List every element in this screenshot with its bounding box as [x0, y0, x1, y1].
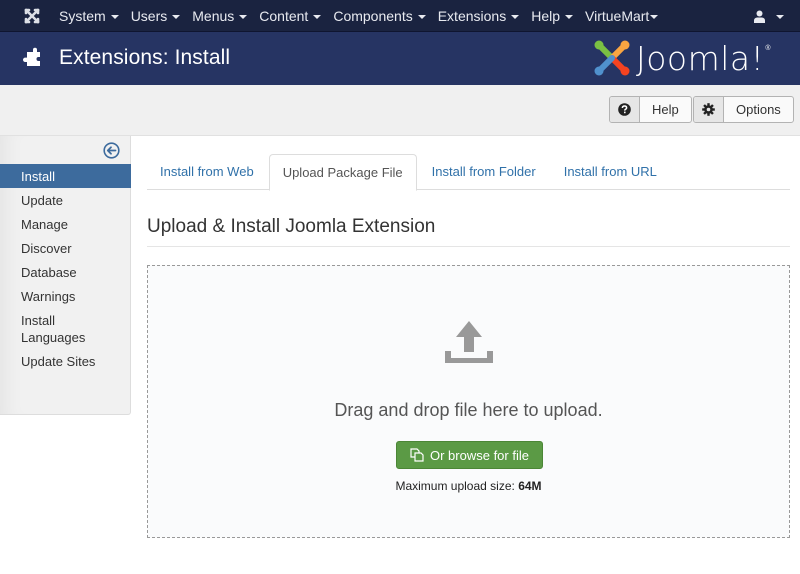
menu-extensions-label: Extensions	[437, 8, 507, 24]
top-navbar: System Users Menus Content Components Ex…	[0, 0, 800, 32]
tab-install-from-folder[interactable]: Install from Folder	[419, 154, 549, 190]
sidebar-item-warnings[interactable]: Warnings	[0, 284, 131, 308]
sidebar-item-database[interactable]: Database	[0, 260, 131, 284]
toolbar: Help Options	[0, 85, 800, 136]
caret-down-icon	[511, 15, 520, 19]
help-label: Help	[652, 102, 679, 117]
install-tabs: Install from Web Upload Package File Ins…	[147, 154, 790, 191]
upload-icon	[445, 321, 493, 363]
menu-components-label: Components	[333, 8, 413, 24]
copy-files-icon	[410, 448, 424, 462]
sidebar-item-update-sites[interactable]: Update Sites	[0, 349, 131, 373]
joomla-brand-icon	[594, 40, 630, 76]
joomla-wordmark: Joomla!	[636, 38, 765, 78]
joomla-logo-icon[interactable]	[22, 6, 42, 26]
sidebar-menu: Install Update Manage Discover Database …	[0, 164, 131, 373]
menu-virtuemart[interactable]: VirtueMart	[585, 8, 659, 24]
sidebar-item-install-languages[interactable]: Install Languages	[0, 308, 110, 349]
options-button[interactable]: Options	[693, 96, 794, 123]
caret-down-icon	[313, 15, 322, 19]
page-title: Extensions: Install	[59, 46, 231, 69]
menu-extensions[interactable]: Extensions	[437, 8, 520, 24]
sidebar-item-discover[interactable]: Discover	[0, 236, 131, 260]
menu-help[interactable]: Help	[531, 8, 573, 24]
upload-dropzone[interactable]: Drag and drop file here to upload. Or br…	[147, 265, 790, 538]
menu-virtuemart-label: VirtueMart	[585, 8, 650, 24]
options-icon-wrap	[694, 97, 724, 122]
caret-down-icon	[565, 15, 573, 19]
menu-system[interactable]: System	[59, 8, 119, 24]
menu-help-label: Help	[531, 8, 560, 24]
sidebar-item-update[interactable]: Update	[0, 188, 131, 212]
max-upload-size: Maximum upload size: 64M	[148, 479, 789, 493]
sidebar: Install Update Manage Discover Database …	[0, 136, 131, 415]
tab-upload-package-file[interactable]: Upload Package File	[268, 154, 417, 191]
caret-down-icon	[239, 15, 248, 19]
arrow-left-circle-icon[interactable]	[103, 142, 120, 159]
puzzle-icon	[22, 47, 40, 66]
user-icon	[754, 10, 765, 23]
section-title: Upload & Install Joomla Extension	[147, 216, 790, 247]
tab-install-from-web[interactable]: Install from Web	[147, 154, 267, 190]
registered-mark: ®	[765, 44, 771, 52]
menu-users-label: Users	[130, 8, 168, 24]
main-menu: System Users Menus Content Components Ex…	[59, 0, 670, 32]
menu-menus[interactable]: Menus	[192, 8, 248, 24]
menu-components[interactable]: Components	[333, 8, 426, 24]
joomla-brand-logo: Joomla! ®	[592, 38, 771, 78]
caret-down-icon	[776, 15, 784, 19]
user-menu[interactable]	[753, 0, 784, 32]
browse-label: Or browse for file	[430, 447, 529, 463]
menu-system-label: System	[59, 8, 106, 24]
help-icon-wrap	[610, 97, 640, 122]
page-header: Extensions: Install Joomla! ®	[0, 32, 800, 85]
drop-instructions: Drag and drop file here to upload.	[334, 400, 603, 420]
max-upload-label: Maximum upload size:	[395, 479, 515, 493]
menu-users[interactable]: Users	[131, 8, 181, 24]
sidebar-item-install[interactable]: Install	[0, 164, 131, 188]
menu-menus-label: Menus	[192, 8, 235, 24]
caret-down-icon	[650, 15, 659, 19]
browse-for-file-button[interactable]: Or browse for file	[396, 441, 543, 469]
tab-install-from-url[interactable]: Install from URL	[551, 154, 670, 190]
sidebar-item-manage[interactable]: Manage	[0, 212, 131, 236]
question-circle-icon	[618, 103, 631, 116]
caret-down-icon	[110, 15, 119, 19]
caret-down-icon	[417, 15, 426, 19]
menu-content[interactable]: Content	[259, 8, 322, 24]
caret-down-icon	[172, 15, 181, 19]
help-button[interactable]: Help	[609, 96, 692, 123]
gear-icon	[702, 103, 715, 116]
menu-content-label: Content	[259, 8, 309, 24]
options-label: Options	[736, 102, 781, 117]
max-upload-value: 64M	[518, 479, 542, 493]
